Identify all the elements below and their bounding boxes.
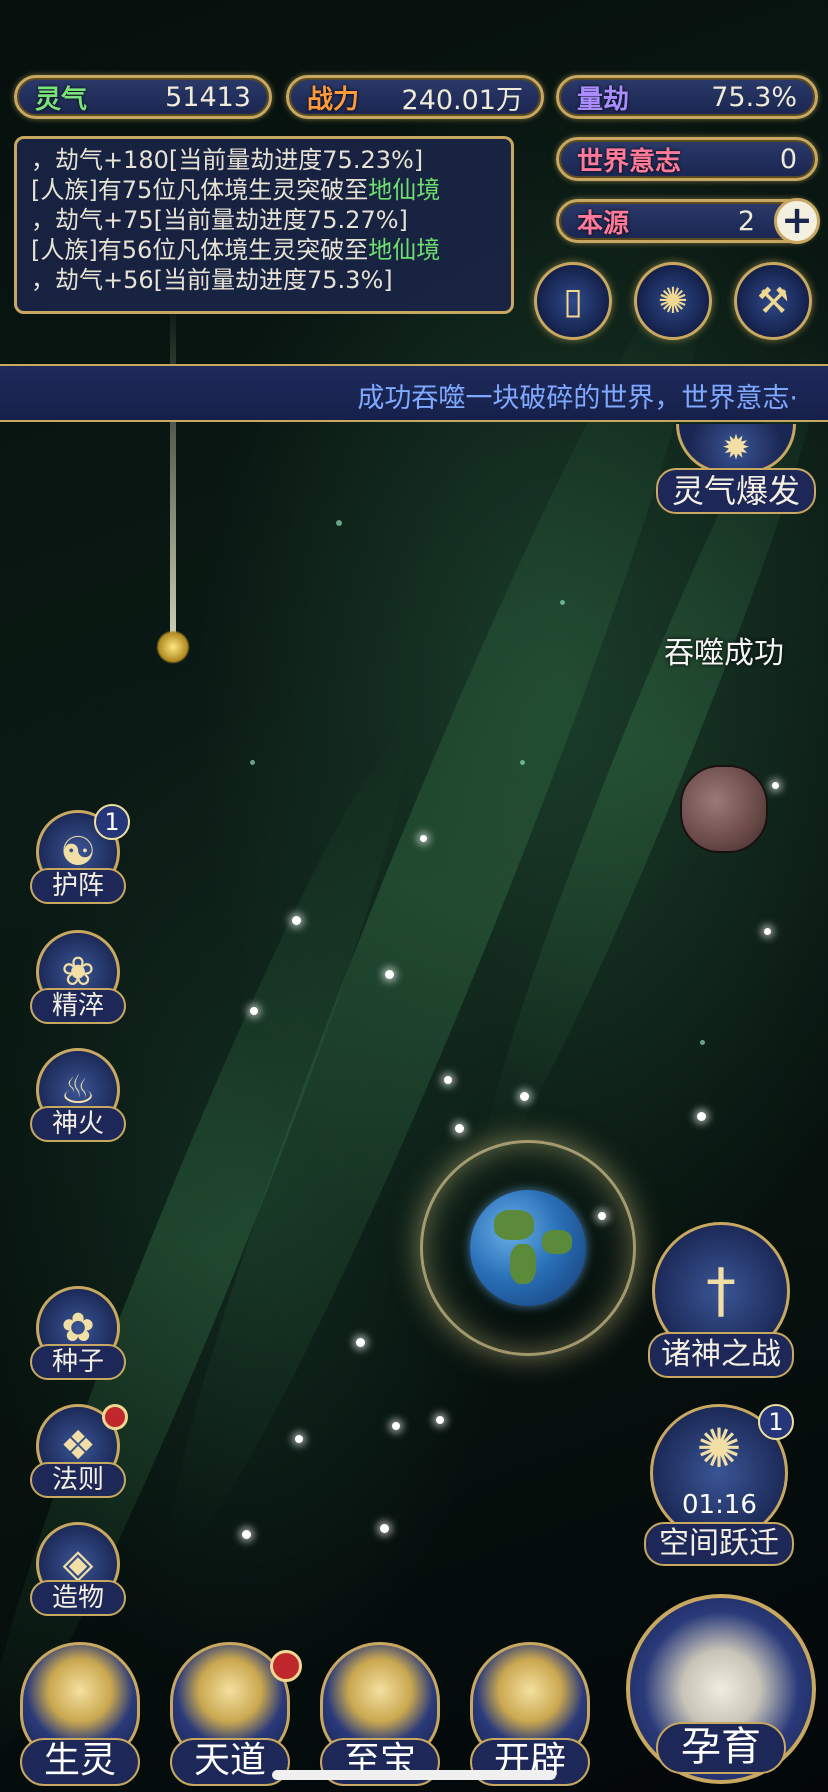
stat-shijie-yizhi-value: 0 <box>779 143 797 175</box>
star <box>764 928 771 935</box>
star <box>385 970 394 979</box>
side-label: 神火 <box>30 1106 126 1142</box>
vortex-button[interactable]: ✺ <box>634 262 712 340</box>
side-label: 法则 <box>30 1462 126 1498</box>
kongjian-timer: 01:16 <box>682 1490 757 1520</box>
event-log: ，劫气+180[当前量劫进度75.23%] [人族]有75位凡体境生灵突破至地仙… <box>14 136 514 314</box>
announcement-ticker: 成功吞噬一块破碎的世界，世界意志· <box>0 364 828 422</box>
stat-liangjie[interactable]: 量劫 75.3% <box>556 75 818 119</box>
log-line: [人族]有75位凡体境生灵突破至地仙境 <box>31 176 441 204</box>
stat-shijie-yizhi-label: 世界意志 <box>577 146 682 177</box>
side-label: 造物 <box>30 1580 126 1616</box>
stat-lingqi-value: 51413 <box>165 81 251 113</box>
star <box>250 1007 258 1015</box>
nav-label: 生灵 <box>20 1738 140 1786</box>
star <box>356 1338 365 1347</box>
dust-particle <box>700 1040 705 1045</box>
hammer-button[interactable]: ⚒ <box>734 262 812 340</box>
stat-zhanli: 战力 240.01万 <box>286 75 544 119</box>
log-line: ，劫气+180[当前量劫进度75.23%] <box>31 146 424 174</box>
star <box>436 1416 444 1424</box>
stat-liangjie-value: 75.3% <box>711 81 797 113</box>
side-label: 种子 <box>30 1344 126 1380</box>
log-line: ，劫气+75[当前量劫进度75.27%] <box>31 206 408 234</box>
vortex-icon: ✺ <box>657 280 689 322</box>
log-line: [人族]有56位凡体境生灵突破至地仙境 <box>31 236 441 264</box>
log-line: ，劫气+56[当前量劫进度75.3%] <box>31 266 393 294</box>
star <box>242 1530 251 1539</box>
side-button-zaowu[interactable]: ◈ 造物 <box>30 1522 126 1622</box>
stat-benyuan-label: 本源 <box>577 208 630 239</box>
dust-particle <box>250 760 255 765</box>
side-button-shenhuo[interactable]: ♨ 神火 <box>30 1048 126 1148</box>
spirit-orb[interactable] <box>156 630 190 664</box>
side-label: 精淬 <box>30 988 126 1024</box>
count-badge: 1 <box>94 804 130 840</box>
dust-particle <box>560 600 565 605</box>
dust-particle <box>520 760 525 765</box>
dust-particle <box>336 520 342 526</box>
zhushen-zhizhan-button[interactable]: † 诸神之战 <box>648 1222 794 1382</box>
world-globe[interactable] <box>470 1190 586 1306</box>
side-button-zhongzi[interactable]: ✿ 种子 <box>30 1286 126 1386</box>
stat-zhanli-value: 240.01万 <box>401 84 523 116</box>
star <box>420 835 427 842</box>
add-benyuan-button[interactable]: + <box>774 198 820 244</box>
side-label: 护阵 <box>30 868 126 904</box>
stat-benyuan-value: 2 <box>737 205 755 237</box>
burst-icon: ✹ <box>676 424 796 474</box>
star <box>295 1435 303 1443</box>
star <box>697 1112 706 1121</box>
count-badge: 1 <box>758 1404 794 1440</box>
stat-lingqi-label: 灵气 <box>35 84 88 115</box>
side-button-jingcui[interactable]: ❀ 精淬 <box>30 930 126 1030</box>
star <box>444 1076 452 1084</box>
nav-yunyu[interactable]: 孕育 <box>626 1594 816 1784</box>
stat-zhanli-label: 战力 <box>307 84 360 115</box>
float-text: 吞噬成功 <box>664 636 784 671</box>
star <box>772 782 779 789</box>
star <box>520 1092 529 1101</box>
star <box>380 1524 389 1533</box>
side-button-faze[interactable]: ❖ 法则 <box>30 1404 128 1504</box>
hammer-icon: ⚒ <box>756 280 790 322</box>
ticker-text: 成功吞噬一块破碎的世界，世界意志· <box>357 383 798 414</box>
stat-shijie-yizhi[interactable]: 世界意志 0 <box>556 137 818 181</box>
star <box>455 1124 464 1133</box>
stat-liangjie-label: 量劫 <box>577 84 630 115</box>
card-button[interactable]: ▯ <box>534 262 612 340</box>
kongjian-yueqian-button[interactable]: ✺ 01:16 空间跃迁 1 <box>644 1404 794 1570</box>
light-beam <box>170 300 176 640</box>
lingqi-baofa-label: 灵气爆发 <box>656 468 816 514</box>
side-button-huzhen[interactable]: ☯ 护阵 1 <box>30 804 130 910</box>
star <box>392 1422 400 1430</box>
home-indicator[interactable] <box>272 1770 556 1780</box>
card-icon: ▯ <box>563 280 583 322</box>
nav-label: 天道 <box>170 1738 290 1786</box>
notification-dot <box>102 1404 128 1430</box>
lingqi-baofa-button[interactable]: ✹ 灵气爆发 <box>656 424 816 520</box>
nav-shengling[interactable]: 生灵 <box>10 1642 150 1792</box>
nav-label: 孕育 <box>656 1722 786 1774</box>
notification-dot <box>270 1650 302 1682</box>
zhushen-zhizhan-label: 诸神之战 <box>648 1332 794 1378</box>
star <box>292 916 301 925</box>
broken-world-fragment[interactable] <box>680 765 768 853</box>
kongjian-yueqian-label: 空间跃迁 <box>644 1522 794 1566</box>
stat-lingqi: 灵气 51413 <box>14 75 272 119</box>
